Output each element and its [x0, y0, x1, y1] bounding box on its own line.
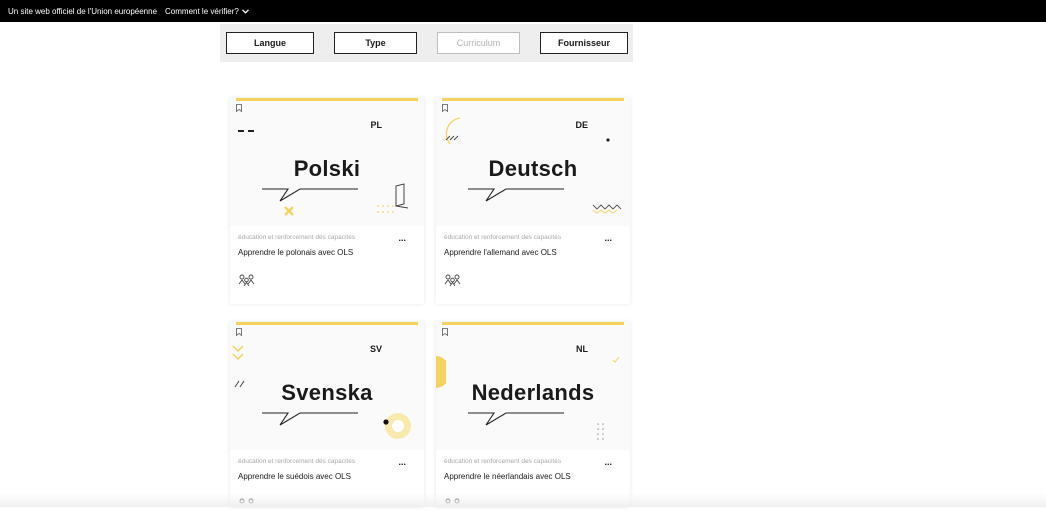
language-code: NL: [576, 344, 588, 354]
course-card[interactable]: NL Nederlands éducation et renforcement …: [436, 322, 630, 507]
speech-underline: [262, 188, 358, 202]
card-category: éducation et renforcement des capacités: [444, 234, 562, 241]
chevron-down-icon: [241, 8, 249, 14]
language-code: SV: [369, 344, 382, 354]
card-accent-line: [442, 98, 624, 101]
bookmark-icon[interactable]: [236, 104, 242, 112]
cross-decoration: [284, 206, 294, 216]
more-options-button[interactable]: ...: [604, 233, 612, 243]
more-options-button[interactable]: ...: [398, 233, 406, 243]
arc-decoration: [445, 117, 461, 145]
more-options-button[interactable]: ...: [398, 457, 406, 467]
chevron-decoration: [232, 345, 244, 361]
fournisseur-filter-button[interactable]: Fournisseur: [540, 32, 628, 54]
card-category: éducation et renforcement des capacités: [238, 458, 356, 465]
course-card[interactable]: SV Svenska éducation et renforcement des…: [230, 322, 424, 507]
dash-decoration: [238, 130, 254, 132]
tick-decoration: [612, 356, 620, 363]
people-icon: [444, 274, 461, 286]
card-title[interactable]: Apprendre l'allemand avec OLS: [444, 248, 557, 257]
people-icon: [238, 274, 255, 286]
card-title[interactable]: Apprendre le suédois avec OLS: [238, 472, 351, 481]
card-title[interactable]: Apprendre le néerlandais avec OLS: [444, 472, 571, 481]
language-code: PL: [370, 120, 382, 130]
langue-filter-button[interactable]: Langue: [226, 32, 314, 54]
language-name: Nederlands: [471, 380, 595, 405]
card-category: éducation et renforcement des capacités: [444, 458, 562, 465]
bottom-scroll-shade: [0, 493, 1046, 507]
card-accent-line: [236, 322, 418, 325]
course-card[interactable]: DE Deutsch éducation et renforcement des…: [436, 98, 630, 304]
card-title[interactable]: Apprendre le polonais avec OLS: [238, 248, 353, 257]
official-site-text: Un site web officiel de l'Union européen…: [8, 6, 158, 16]
eu-official-bar: Un site web officiel de l'Union européen…: [0, 0, 1046, 22]
how-to-verify-label: Comment le vérifier?: [165, 6, 239, 16]
curriculum-filter-button[interactable]: Curriculum: [437, 32, 520, 54]
language-code: DE: [575, 120, 588, 130]
filter-bar: Langue Type Curriculum Fournisseur: [220, 24, 633, 62]
more-options-button[interactable]: ...: [604, 457, 612, 467]
language-name: Svenska: [281, 380, 373, 405]
how-to-verify-link[interactable]: Comment le vérifier?: [165, 7, 249, 16]
speech-underline: [468, 412, 564, 426]
bookmark-icon[interactable]: [236, 328, 242, 336]
card-accent-line: [442, 322, 624, 325]
type-filter-button[interactable]: Type: [334, 32, 417, 54]
card-accent-line: [236, 98, 418, 101]
speech-underline: [262, 412, 358, 426]
card-category: éducation et renforcement des capacités: [238, 234, 356, 241]
bookmark-icon[interactable]: [442, 328, 448, 336]
course-card[interactable]: PL Polski éducation et renforcement des …: [230, 98, 424, 304]
bookmark-icon[interactable]: [442, 104, 448, 112]
language-name: Deutsch: [488, 156, 578, 181]
speech-underline: [468, 188, 564, 202]
dot-decoration: [606, 138, 610, 142]
language-name: Polski: [293, 156, 361, 181]
